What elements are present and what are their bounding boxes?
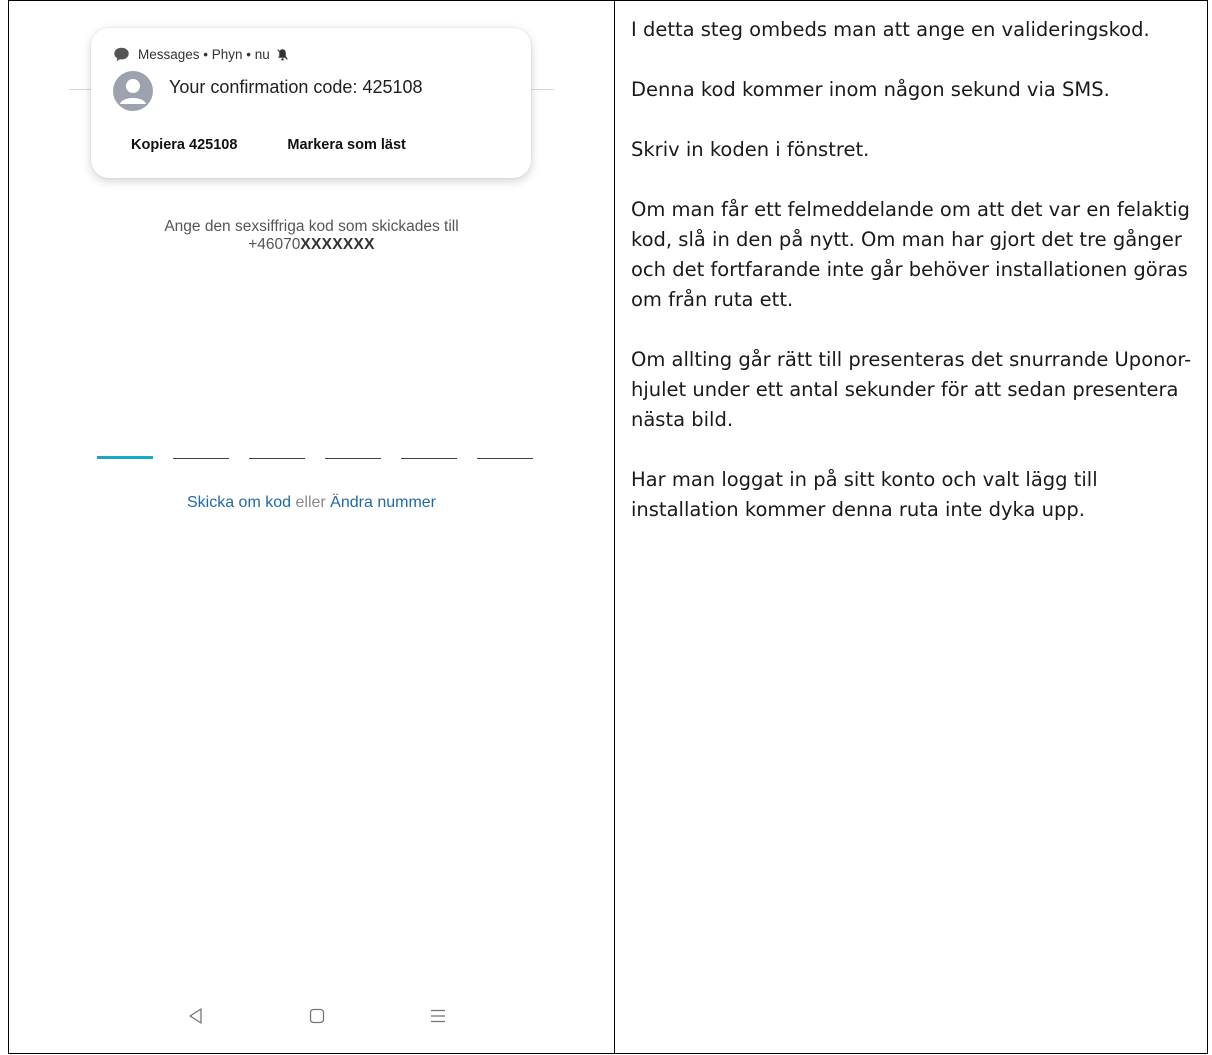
code-input	[97, 437, 533, 459]
instruction-paragraph: Skriv in koden i fönstret.	[631, 138, 870, 161]
back-icon[interactable]	[187, 1007, 205, 1025]
change-number-link[interactable]: Ändra nummer	[330, 494, 436, 511]
sms-notification[interactable]: Messages • Phyn • nu Your confirmation c…	[91, 28, 531, 178]
instruction-paragraph: Har man loggat in på sitt konto och valt…	[631, 468, 1098, 521]
document-table: Messages • Phyn • nu Your confirmation c…	[8, 0, 1208, 1054]
notification-source: Messages • Phyn • nu	[138, 47, 270, 62]
mark-read-button[interactable]: Markera som läst	[287, 137, 405, 153]
code-prompt: Ange den sexsiffriga kod som skickades t…	[9, 218, 614, 254]
notification-header: Messages • Phyn • nu	[113, 46, 289, 63]
prompt-text: Ange den sexsiffriga kod som skickades t…	[164, 218, 459, 235]
instruction-paragraph: Om man får ett felmeddelande om att det …	[631, 198, 1190, 311]
instruction-paragraph: Om allting går rätt till presenteras det…	[631, 348, 1192, 431]
instructions-column: I detta steg ombeds man att ange en vali…	[615, 1, 1207, 1053]
code-digit-5[interactable]	[401, 437, 457, 459]
phone-number-prefix: +46070	[248, 236, 301, 253]
home-icon[interactable]	[308, 1007, 326, 1025]
notification-message: Your confirmation code: 425108	[169, 77, 423, 97]
code-digit-6[interactable]	[477, 437, 533, 459]
phone-screenshot: Messages • Phyn • nu Your confirmation c…	[9, 1, 615, 1053]
code-digit-4[interactable]	[325, 437, 381, 459]
avatar	[113, 71, 153, 111]
instruction-paragraph: Denna kod kommer inom någon sekund via S…	[631, 78, 1110, 101]
code-digit-1[interactable]	[97, 437, 153, 459]
copy-code-button[interactable]: Kopiera 425108	[131, 137, 237, 153]
phone-number-masked: XXXXXXX	[300, 236, 375, 253]
or-text: eller	[295, 494, 326, 511]
code-links: Skicka om kod eller Ändra nummer	[9, 494, 614, 512]
person-icon	[120, 79, 146, 104]
notification-actions: Kopiera 425108 Markera som läst	[131, 137, 406, 153]
code-digit-3[interactable]	[249, 437, 305, 459]
android-navbar	[187, 1007, 447, 1025]
code-digit-2[interactable]	[173, 437, 229, 459]
chat-bubble-icon	[114, 47, 129, 62]
bell-off-icon	[277, 49, 288, 61]
resend-code-link[interactable]: Skicka om kod	[187, 494, 291, 511]
instruction-paragraph: I detta steg ombeds man att ange en vali…	[631, 18, 1150, 41]
menu-icon[interactable]	[429, 1007, 447, 1025]
phone-number: +46070XXXXXXX	[9, 236, 614, 254]
